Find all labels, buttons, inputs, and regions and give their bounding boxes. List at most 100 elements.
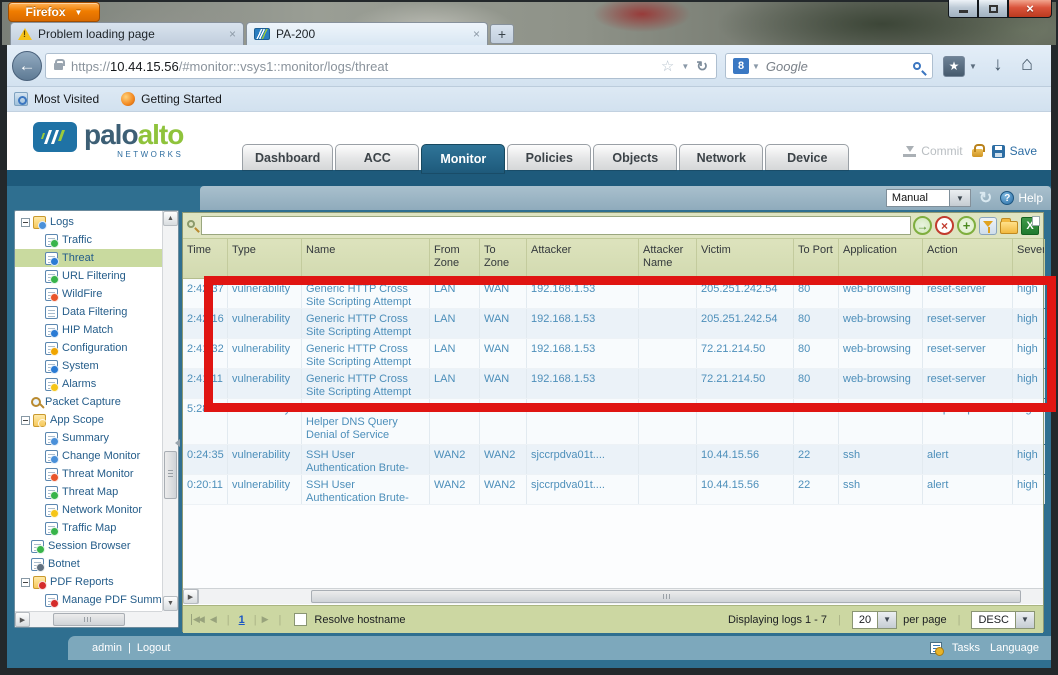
log-table-row[interactable]: 2:41:32 vulnerability Generic HTTP Cross S… — [183, 339, 1045, 369]
column-header-attacker[interactable]: Attacker — [527, 239, 639, 278]
scroll-down-icon[interactable]: ▼ — [163, 596, 178, 611]
sidebar-item-packet-capture[interactable]: Packet Capture — [15, 393, 162, 411]
column-header-to-zone[interactable]: To Zone — [480, 239, 527, 278]
column-header-severity[interactable]: Severity — [1013, 239, 1045, 278]
tab-dashboard[interactable]: Dashboard — [242, 144, 334, 170]
tasks-link[interactable]: Tasks — [952, 642, 980, 654]
commit-button[interactable]: Commit — [903, 144, 963, 158]
sidebar-item-pdf-reports[interactable]: PDF Reports — [15, 573, 162, 591]
language-link[interactable]: Language — [990, 642, 1039, 654]
scroll-right-icon[interactable]: ▶ — [183, 589, 198, 604]
sidebar-item-app-scope[interactable]: App Scope — [15, 411, 162, 429]
chevron-down-icon[interactable]: ▼ — [949, 189, 971, 207]
log-table-row[interactable]: 0:20:11 vulnerability SSH User Authenticat… — [183, 475, 1045, 505]
collapse-icon[interactable] — [21, 217, 30, 227]
sidebar-item-wildfire[interactable]: WildFire — [15, 285, 162, 303]
first-page-icon[interactable]: ◀◀ — [191, 614, 205, 625]
load-filter-icon[interactable] — [1000, 217, 1018, 234]
close-tab-icon[interactable]: × — [473, 27, 480, 41]
tab-policies[interactable]: Policies — [507, 144, 592, 170]
sidebar-item-network-monitor[interactable]: Network Monitor — [15, 501, 162, 519]
scrollbar-thumb[interactable] — [311, 590, 1021, 603]
sort-order-select[interactable]: DESC ▼ — [971, 610, 1035, 629]
sidebar-item-configuration[interactable]: Configuration — [15, 339, 162, 357]
sidebar-item-traffic[interactable]: Traffic — [15, 231, 162, 249]
tab-objects[interactable]: Objects — [593, 144, 678, 170]
tab-device[interactable]: Device — [765, 144, 850, 170]
scrollbar-thumb[interactable] — [164, 451, 177, 499]
sidebar-item-hip-match[interactable]: HIP Match — [15, 321, 162, 339]
sidebar-item-session-browser[interactable]: Session Browser — [15, 537, 162, 555]
cell-name[interactable]: Generic HTTP Cross Site Scripting Attemp… — [302, 309, 430, 338]
maximize-button[interactable] — [978, 0, 1008, 18]
firefox-menu-button[interactable]: Firefox ▼ — [8, 2, 100, 22]
scroll-right-icon[interactable]: ▶ — [15, 612, 30, 627]
search-engine-dropdown-icon[interactable]: ▼ — [752, 62, 760, 71]
back-button[interactable]: ← — [12, 51, 42, 81]
cell-name[interactable]: Microsoft Windows NAT Helper DNS Query D… — [302, 399, 430, 444]
url-bar[interactable]: https://10.44.15.56/#monitor::vsys1::mon… — [45, 53, 717, 79]
cell-name[interactable]: Generic HTTP Cross Site Scripting Attemp… — [302, 339, 430, 368]
cell-name[interactable]: SSH User Authentication Brute-force Atte… — [302, 445, 430, 474]
bookmark-most-visited[interactable]: Most Visited — [34, 92, 99, 106]
collapse-icon[interactable] — [21, 415, 30, 425]
export-icon[interactable]: X — [1021, 215, 1040, 235]
table-horizontal-scrollbar[interactable]: ◀ ▶ — [183, 588, 1043, 604]
page-number[interactable]: 1 — [239, 614, 245, 626]
sidebar-item-system[interactable]: System — [15, 357, 162, 375]
sidebar-item-threat-monitor[interactable]: Threat Monitor — [15, 465, 162, 483]
sidebar-item-botnet[interactable]: Botnet — [15, 555, 162, 573]
column-header-victim[interactable]: Victim — [697, 239, 794, 278]
sidebar-item-manage-pdf-summ[interactable]: Manage PDF Summ — [15, 591, 162, 609]
save-button[interactable]: Save — [991, 144, 1037, 158]
browser-tab-problem-loading[interactable]: Problem loading page × — [10, 22, 244, 45]
search-icon[interactable] — [913, 62, 921, 70]
chevron-down-icon[interactable]: ▼ — [1016, 610, 1035, 629]
column-header-attacker-name[interactable]: Attacker Name — [639, 239, 697, 278]
sidebar-item-traffic-map[interactable]: Traffic Map — [15, 519, 162, 537]
sidebar-item-alarms[interactable]: Alarms — [15, 375, 162, 393]
close-tab-icon[interactable]: × — [229, 27, 236, 41]
column-header-name[interactable]: Name — [302, 239, 430, 278]
reload-icon[interactable]: ↻ — [696, 58, 708, 75]
cell-name[interactable]: Generic HTTP Cross Site Scripting Attemp… — [302, 369, 430, 398]
browser-tab-pa200[interactable]: PA-200 × — [246, 22, 488, 45]
show-bookmarks-button[interactable]: ★ ▼ — [943, 54, 981, 78]
column-header-to-port[interactable]: To Port — [794, 239, 839, 278]
new-tab-button[interactable]: + — [490, 24, 514, 44]
sidebar-horizontal-scrollbar[interactable]: ◀ ▶ — [15, 611, 162, 627]
bookmark-getting-started[interactable]: Getting Started — [141, 92, 222, 106]
sidebar-vertical-scrollbar[interactable]: ▲ ▼ — [162, 211, 178, 611]
sidebar-item-url-filtering[interactable]: URL Filtering — [15, 267, 162, 285]
column-header-type[interactable]: Type — [228, 239, 302, 278]
column-header-action[interactable]: Action — [923, 239, 1013, 278]
help-button[interactable]: ? Help — [1000, 191, 1043, 205]
next-page-icon[interactable]: ▶ — [262, 614, 269, 625]
log-table-row[interactable]: 5:28:06 vulnerability Microsoft Windows NA… — [183, 399, 1045, 445]
sidebar-item-change-monitor[interactable]: Change Monitor — [15, 447, 162, 465]
minimize-button[interactable] — [948, 0, 978, 18]
home-button[interactable]: ⌂ — [1021, 53, 1033, 76]
log-filter-input[interactable] — [201, 216, 911, 235]
logout-link[interactable]: Logout — [137, 642, 171, 654]
column-header-time[interactable]: Time — [183, 239, 228, 278]
close-button[interactable]: × — [1008, 0, 1052, 18]
sidebar-item-data-filtering[interactable]: Data Filtering — [15, 303, 162, 321]
log-table-row[interactable]: 0:24:35 vulnerability SSH User Authenticat… — [183, 445, 1045, 475]
sidebar-item-threat[interactable]: Threat — [15, 249, 162, 267]
per-page-select[interactable]: 20 ▼ — [851, 610, 898, 629]
refresh-interval-select[interactable]: Manual ▼ — [885, 189, 971, 207]
cell-name[interactable]: Generic HTTP Cross Site Scripting Attemp… — [302, 279, 430, 308]
collapse-icon[interactable] — [21, 577, 30, 587]
apply-filter-icon[interactable]: → — [913, 216, 932, 235]
scrollbar-thumb[interactable] — [53, 613, 125, 626]
add-filter-icon[interactable]: + — [957, 216, 976, 235]
sidebar-item-logs[interactable]: Logs — [15, 213, 162, 231]
log-table-row[interactable]: 2:42:16 vulnerability Generic HTTP Cross S… — [183, 309, 1045, 339]
sidebar-item-summary[interactable]: Summary — [15, 429, 162, 447]
column-header-from-zone[interactable]: From Zone — [430, 239, 480, 278]
resolve-hostname-checkbox[interactable] — [294, 613, 308, 626]
url-dropdown-icon[interactable]: ▼ — [681, 62, 689, 71]
log-table-row[interactable]: 2:41:11 vulnerability Generic HTTP Cross S… — [183, 369, 1045, 399]
cell-name[interactable]: SSH User Authentication Brute-force Atte… — [302, 475, 430, 504]
